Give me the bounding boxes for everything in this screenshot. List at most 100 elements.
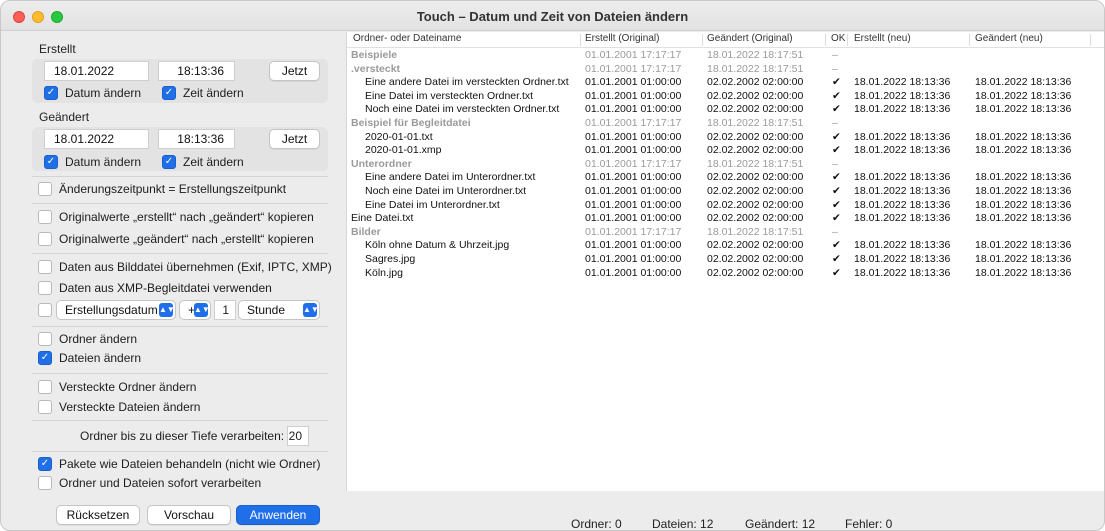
checkbox-box[interactable] <box>44 155 58 169</box>
checkbox-box[interactable] <box>38 182 52 196</box>
checkbox-box[interactable] <box>38 457 52 471</box>
checkbox-box[interactable] <box>38 281 52 295</box>
checkbox-box[interactable] <box>162 86 176 100</box>
created-change-time-checkbox[interactable]: Zeit ändern <box>162 85 244 101</box>
folder-row[interactable]: .versteckt 01.01.2001 17:17:17 18.01.2022 … <box>347 63 1104 77</box>
hidden-files-checkbox[interactable]: Versteckte Dateien ändern <box>38 399 200 415</box>
cell-created-original: 01.01.2001 01:00:00 <box>585 198 682 211</box>
header-name[interactable]: Ordner- oder Dateiname <box>353 33 461 44</box>
separator <box>32 373 328 374</box>
checkbox-box[interactable] <box>38 332 52 346</box>
header-created-original[interactable]: Erstellt (Original) <box>585 33 659 44</box>
checkbox-box[interactable] <box>38 260 52 274</box>
column-divider[interactable] <box>969 34 970 46</box>
modified-change-time-checkbox[interactable]: Zeit ändern <box>162 154 244 170</box>
copy-created-to-modified-checkbox[interactable]: Originalwerte „erstellt“ nach „geändert“… <box>38 209 314 225</box>
reset-button[interactable]: Rücksetzen <box>56 505 140 525</box>
column-divider[interactable] <box>702 34 703 46</box>
file-row[interactable]: Sagres.jpg 01.01.2001 01:00:00 02.02.2002 … <box>347 253 1104 267</box>
cell-name: Bilder <box>351 225 381 238</box>
column-divider[interactable] <box>847 34 848 46</box>
created-time-field[interactable]: 18:13:36 <box>158 61 235 81</box>
column-divider[interactable] <box>825 34 826 46</box>
file-row[interactable]: Eine andere Datei im Unterordner.txt 01.0… <box>347 171 1104 185</box>
offset-unit-popup[interactable]: Stunde ▲▼ <box>238 300 320 320</box>
depth-field[interactable]: 20 <box>287 426 309 446</box>
header-created-new[interactable]: Erstellt (neu) <box>854 33 911 44</box>
apply-button[interactable]: Anwenden <box>236 505 320 525</box>
checkbox-box[interactable] <box>162 155 176 169</box>
modified-now-button[interactable]: Jetzt <box>269 129 320 149</box>
file-row[interactable]: Eine Datei im Unterordner.txt 01.01.2001 … <box>347 198 1104 213</box>
cell-created-new: 18.01.2022 18:13:36 <box>854 239 951 252</box>
preview-button[interactable]: Vorschau <box>147 505 231 525</box>
offset-field-popup[interactable]: Erstellungsdatum ▲▼ <box>56 300 176 320</box>
modified-change-date-checkbox[interactable]: Datum ändern <box>44 154 141 170</box>
checkbox-box[interactable] <box>44 86 58 100</box>
checkbox-box[interactable] <box>38 232 52 246</box>
checkbox-box[interactable] <box>38 380 52 394</box>
file-row[interactable]: Eine Datei im versteckten Ordner.txt 01.0… <box>347 89 1104 104</box>
folder-row[interactable]: Unterordner 01.01.2001 17:17:17 18.01.2022… <box>347 157 1104 172</box>
chevron-updown-icon: ▲▼ <box>159 303 175 317</box>
modified-equals-created-checkbox[interactable]: Änderungszeitpunkt = Erstellungszeitpunk… <box>38 181 286 197</box>
cell-modified-original: 02.02.2002 02:00:00 <box>707 89 804 102</box>
modified-date-field[interactable]: 18.01.2022 <box>44 129 149 149</box>
created-now-button[interactable]: Jetzt <box>269 61 320 81</box>
process-immediately-checkbox[interactable]: Ordner und Dateien sofort verarbeiten <box>38 475 261 491</box>
from-xmp-checkbox[interactable]: Daten aus XMP-Begleitdatei verwenden <box>38 280 272 296</box>
created-section-title: Erstellt <box>39 42 76 56</box>
header-modified-new[interactable]: Geändert (neu) <box>975 33 1043 44</box>
cell-modified-new: 18.01.2022 18:13:36 <box>975 76 1072 89</box>
cell-name: 2020-01-01.xmp <box>365 144 442 157</box>
cell-name: Noch eine Datei im versteckten Ordner.tx… <box>365 103 560 116</box>
header-modified-original[interactable]: Geändert (Original) <box>707 33 793 44</box>
cell-modified-original: 18.01.2022 18:17:51 <box>707 157 804 170</box>
file-row[interactable]: Noch eine Datei im Unterordner.txt 01.01.… <box>347 185 1104 199</box>
cell-modified-new: 18.01.2022 18:13:36 <box>975 144 1072 157</box>
folder-row[interactable]: Bilder 01.01.2001 17:17:17 18.01.2022 18:1… <box>347 225 1104 240</box>
cell-ok: ✔ <box>832 89 841 102</box>
cell-name: 2020-01-01.txt <box>365 130 433 143</box>
folder-row[interactable]: Beispiel für Begleitdatei 01.01.2001 17:1… <box>347 117 1104 131</box>
cell-modified-original: 02.02.2002 02:00:00 <box>707 144 804 157</box>
copy-modified-to-created-checkbox[interactable]: Originalwerte „geändert“ nach „erstellt“… <box>38 231 314 247</box>
checkbox-box[interactable] <box>38 210 52 224</box>
from-image-checkbox[interactable]: Daten aus Bilddatei übernehmen (Exif, IP… <box>38 259 332 275</box>
settings-panel: Erstellt 18.01.2022 18:13:36 Jetzt Datum… <box>1 31 339 530</box>
offset-sign-popup[interactable]: + ▲▼ <box>179 300 211 320</box>
packages-as-files-checkbox[interactable]: Pakete wie Dateien behandeln (nicht wie … <box>38 456 320 472</box>
modified-time-field[interactable]: 18:13:36 <box>158 129 235 149</box>
change-files-checkbox[interactable]: Dateien ändern <box>38 350 141 366</box>
separator <box>32 420 328 421</box>
offset-value-field[interactable]: 1 <box>214 300 236 320</box>
cell-created-original: 01.01.2001 01:00:00 <box>585 130 682 143</box>
folder-row[interactable]: Beispiele 01.01.2001 17:17:17 18.01.2022 1… <box>347 49 1104 63</box>
created-date-field[interactable]: 18.01.2022 <box>44 61 149 81</box>
checkbox-box[interactable] <box>38 476 52 490</box>
file-row[interactable]: Eine andere Datei im versteckten Ordner.… <box>347 76 1104 90</box>
hidden-folders-checkbox[interactable]: Versteckte Ordner ändern <box>38 379 196 395</box>
cell-created-new: 18.01.2022 18:13:36 <box>854 198 951 211</box>
file-table[interactable]: Ordner- oder Dateiname Erstellt (Origina… <box>346 32 1104 491</box>
checkbox-box[interactable] <box>38 303 52 317</box>
file-row[interactable]: Köln ohne Datum & Uhrzeit.jpg 01.01.2001 … <box>347 239 1104 253</box>
cell-modified-new: 18.01.2022 18:13:36 <box>975 253 1072 265</box>
cell-created-original: 01.01.2001 01:00:00 <box>585 185 682 197</box>
change-folders-checkbox[interactable]: Ordner ändern <box>38 331 137 347</box>
checkbox-label: Zeit ändern <box>183 155 244 169</box>
cell-name: Beispiele <box>351 49 398 61</box>
column-divider[interactable] <box>1090 34 1091 46</box>
cell-created-original: 01.01.2001 17:17:17 <box>585 117 682 129</box>
cell-modified-original: 02.02.2002 02:00:00 <box>707 239 804 252</box>
file-row[interactable]: Köln.jpg 01.01.2001 01:00:00 02.02.2002 02… <box>347 267 1104 281</box>
column-divider[interactable] <box>580 34 581 46</box>
file-row[interactable]: 2020-01-01.xmp 01.01.2001 01:00:00 02.02.2… <box>347 144 1104 158</box>
header-ok[interactable]: OK <box>831 33 845 44</box>
file-row[interactable]: Noch eine Datei im versteckten Ordner.tx… <box>347 103 1104 117</box>
created-change-date-checkbox[interactable]: Datum ändern <box>44 85 141 101</box>
file-row[interactable]: Eine Datei.txt 01.01.2001 01:00:00 02.02.2… <box>347 212 1104 226</box>
checkbox-box[interactable] <box>38 351 52 365</box>
checkbox-box[interactable] <box>38 400 52 414</box>
file-row[interactable]: 2020-01-01.txt 01.01.2001 01:00:00 02.02.2… <box>347 130 1104 145</box>
